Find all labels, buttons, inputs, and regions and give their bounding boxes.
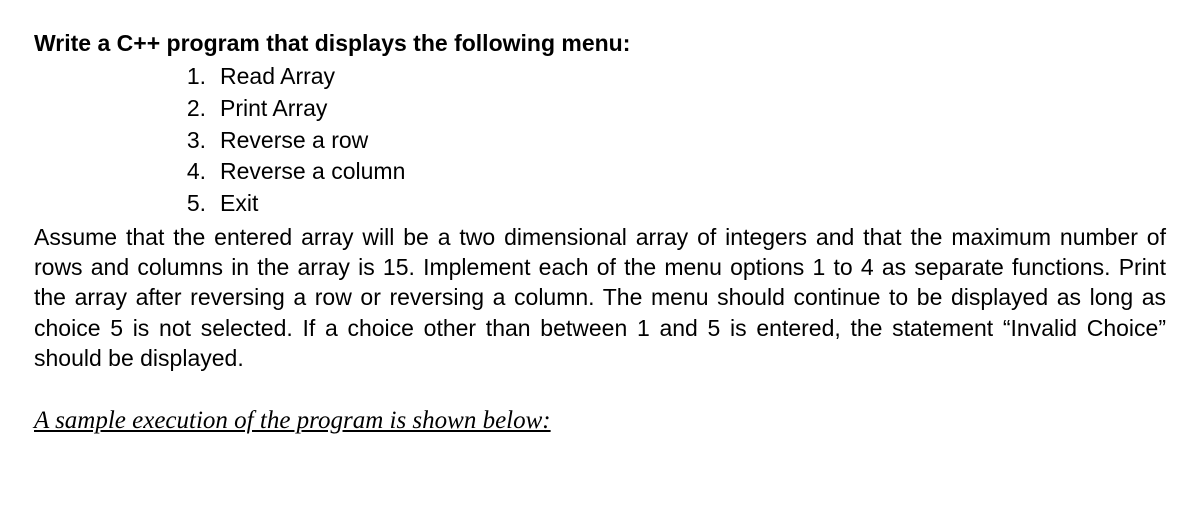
menu-item-label: Reverse a row <box>220 125 368 157</box>
menu-item: 5. Exit <box>182 188 1166 220</box>
problem-description: Assume that the entered array will be a … <box>34 222 1166 374</box>
menu-item: 3. Reverse a row <box>182 125 1166 157</box>
menu-item: 2. Print Array <box>182 93 1166 125</box>
menu-item-label: Read Array <box>220 61 335 93</box>
menu-item-label: Exit <box>220 188 258 220</box>
menu-item-label: Reverse a column <box>220 156 405 188</box>
menu-item-number: 1. <box>182 61 220 93</box>
menu-item-number: 2. <box>182 93 220 125</box>
menu-list: 1. Read Array 2. Print Array 3. Reverse … <box>182 61 1166 220</box>
menu-item: 4. Reverse a column <box>182 156 1166 188</box>
problem-heading: Write a C++ program that displays the fo… <box>34 28 1166 59</box>
menu-item: 1. Read Array <box>182 61 1166 93</box>
menu-item-number: 3. <box>182 125 220 157</box>
menu-item-number: 5. <box>182 188 220 220</box>
sample-execution-label: A sample execution of the program is sho… <box>34 404 1166 438</box>
menu-item-label: Print Array <box>220 93 327 125</box>
menu-item-number: 4. <box>182 156 220 188</box>
